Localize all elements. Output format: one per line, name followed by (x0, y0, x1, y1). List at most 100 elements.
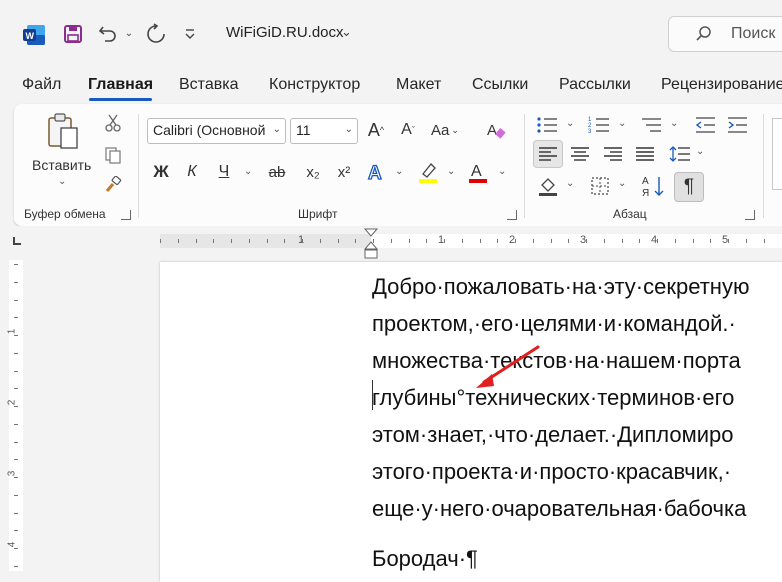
superscript-button[interactable]: x² (332, 160, 356, 184)
align-left-button[interactable] (533, 140, 563, 168)
increase-indent-icon[interactable] (724, 114, 750, 136)
tab-mailings[interactable]: Рассылки (559, 76, 631, 94)
paste-button[interactable] (36, 112, 90, 152)
line-spacing-chevron-icon[interactable]: ⌄ (696, 146, 704, 157)
font-size-combo[interactable]: 11 ⌄ (290, 118, 358, 144)
sort-icon[interactable]: АЯ (640, 172, 668, 200)
subscript-button[interactable]: x₂ (301, 160, 325, 184)
borders-chevron-icon[interactable]: ⌄ (618, 178, 626, 189)
change-case-button[interactable]: Aa ⌄ (428, 118, 462, 142)
decrease-indent-icon[interactable] (692, 114, 718, 136)
text-effects-chevron-icon[interactable]: ⌄ (395, 166, 403, 177)
bold-button[interactable]: Ж (149, 160, 173, 184)
underline-chevron-icon[interactable]: ⌄ (244, 166, 252, 177)
horizontal-ruler[interactable]: 1 1 2 3 4 5 (0, 226, 782, 260)
svg-text:A: A (471, 163, 482, 180)
multilevel-list-icon[interactable] (638, 114, 664, 136)
clear-formatting-icon[interactable]: A (484, 118, 508, 142)
document-line[interactable]: Добро·пожаловать·на·эту·секретную (372, 274, 749, 300)
clipboard-launcher-icon[interactable] (121, 210, 131, 220)
document-title[interactable]: WiFiGiD.RU.docx (226, 24, 344, 41)
document-line[interactable]: множества·текстов·на·нашем·порта (372, 348, 741, 374)
numbering-chevron-icon[interactable]: ⌄ (618, 118, 626, 129)
ruler-tick (764, 239, 765, 243)
strikethrough-button[interactable]: ab (265, 160, 289, 184)
document-line[interactable]: этом·знает,·что·делает.·Дипломиро (372, 422, 733, 448)
text-effects-icon[interactable]: A (364, 160, 388, 184)
paste-label[interactable]: Вставить (32, 157, 91, 173)
underline-button[interactable]: Ч (212, 160, 236, 184)
italic-button[interactable]: К (180, 160, 204, 184)
customize-qat-icon[interactable] (182, 26, 198, 42)
tab-references[interactable]: Ссылки (472, 76, 528, 94)
font-color-chevron-icon[interactable]: ⌄ (498, 166, 506, 177)
font-launcher-icon[interactable] (507, 210, 517, 220)
document-line[interactable]: этого·проекта·и·просто·красавчик,· (372, 459, 731, 485)
vertical-ruler-tick (14, 282, 18, 283)
align-right-icon[interactable] (599, 140, 627, 168)
font-name-combo[interactable]: Calibri (Основной ⌄ (147, 118, 286, 144)
tab-design[interactable]: Конструктор (269, 76, 360, 94)
line-spacing-icon[interactable] (666, 140, 694, 168)
text-cursor (372, 380, 373, 410)
vertical-ruler-tick (14, 566, 18, 567)
save-icon[interactable] (62, 23, 84, 45)
cut-icon[interactable] (102, 112, 124, 134)
justify-icon[interactable] (631, 140, 659, 168)
borders-icon[interactable] (586, 172, 614, 200)
shrink-font-button[interactable]: Aˇ (396, 118, 420, 142)
undo-dropdown-chevron-icon[interactable]: ⌄ (123, 26, 135, 40)
paste-dropdown-chevron-icon[interactable]: ⌄ (58, 176, 66, 187)
italic-label: К (187, 163, 197, 180)
ruler-tick (675, 239, 676, 243)
font-size-chevron-icon: ⌄ (344, 124, 353, 135)
title-chevron-icon[interactable]: ⌄ (341, 24, 352, 40)
redo-icon[interactable] (144, 22, 168, 46)
tab-selector-icon[interactable] (13, 237, 21, 245)
vertical-ruler-tick (14, 459, 18, 460)
ruler-tick (710, 239, 711, 243)
vertical-ruler-tick (14, 513, 18, 514)
document-line[interactable]: глубины°технических·терминов·его (372, 385, 734, 411)
numbering-icon[interactable]: 123 (586, 114, 612, 136)
highlight-chevron-icon[interactable]: ⌄ (447, 166, 455, 177)
tab-insert[interactable]: Вставка (179, 76, 238, 94)
search-box[interactable]: Поиск (668, 16, 782, 52)
multilevel-chevron-icon[interactable]: ⌄ (670, 118, 678, 129)
show-marks-button[interactable]: ¶ (674, 172, 704, 202)
ruler-tick (355, 239, 356, 243)
bullets-chevron-icon[interactable]: ⌄ (566, 118, 574, 129)
document-signature[interactable]: Бородач·¶ (372, 546, 478, 572)
tab-file[interactable]: Файл (22, 76, 61, 94)
ribbon: Вставить ⌄ Буфер обмена Calibri (Основно… (14, 104, 782, 226)
tab-home[interactable]: Главная (88, 76, 153, 94)
word-app-icon[interactable]: W (22, 24, 46, 46)
font-color-icon[interactable]: A (466, 158, 490, 186)
ruler-tick (213, 239, 214, 243)
styles-gallery-edge[interactable] (772, 118, 782, 190)
ruler-tick (444, 239, 445, 243)
ruler-tick (639, 239, 640, 243)
tab-layout[interactable]: Макет (396, 76, 441, 94)
undo-icon[interactable] (96, 22, 120, 46)
tab-review[interactable]: Рецензирование (661, 76, 782, 94)
vertical-ruler-number: 1 (6, 328, 18, 335)
align-center-icon[interactable] (566, 140, 594, 168)
shading-icon[interactable] (534, 172, 562, 200)
document-line[interactable]: проектом,·его·целями·и·командой.· (372, 311, 736, 337)
vertical-ruler[interactable]: 1 2 3 4 (0, 260, 34, 571)
shading-chevron-icon[interactable]: ⌄ (566, 178, 574, 189)
paragraph-launcher-icon[interactable] (745, 210, 755, 220)
document-page[interactable]: Добро·пожаловать·на·эту·секретную проект… (160, 262, 782, 582)
copy-icon[interactable] (102, 144, 124, 166)
grow-font-button[interactable]: A ^ (364, 118, 388, 142)
document-line[interactable]: еще·у·него·очаровательная·бабочка (372, 496, 746, 522)
bullets-icon[interactable] (534, 114, 560, 136)
highlight-icon[interactable] (416, 158, 440, 186)
format-painter-icon[interactable] (102, 174, 124, 196)
svg-text:3: 3 (588, 129, 592, 134)
vertical-ruler-tick (14, 424, 18, 425)
vertical-ruler-tick (14, 353, 18, 354)
vertical-ruler-strip (9, 260, 23, 571)
indent-marker-icon[interactable] (363, 228, 379, 265)
